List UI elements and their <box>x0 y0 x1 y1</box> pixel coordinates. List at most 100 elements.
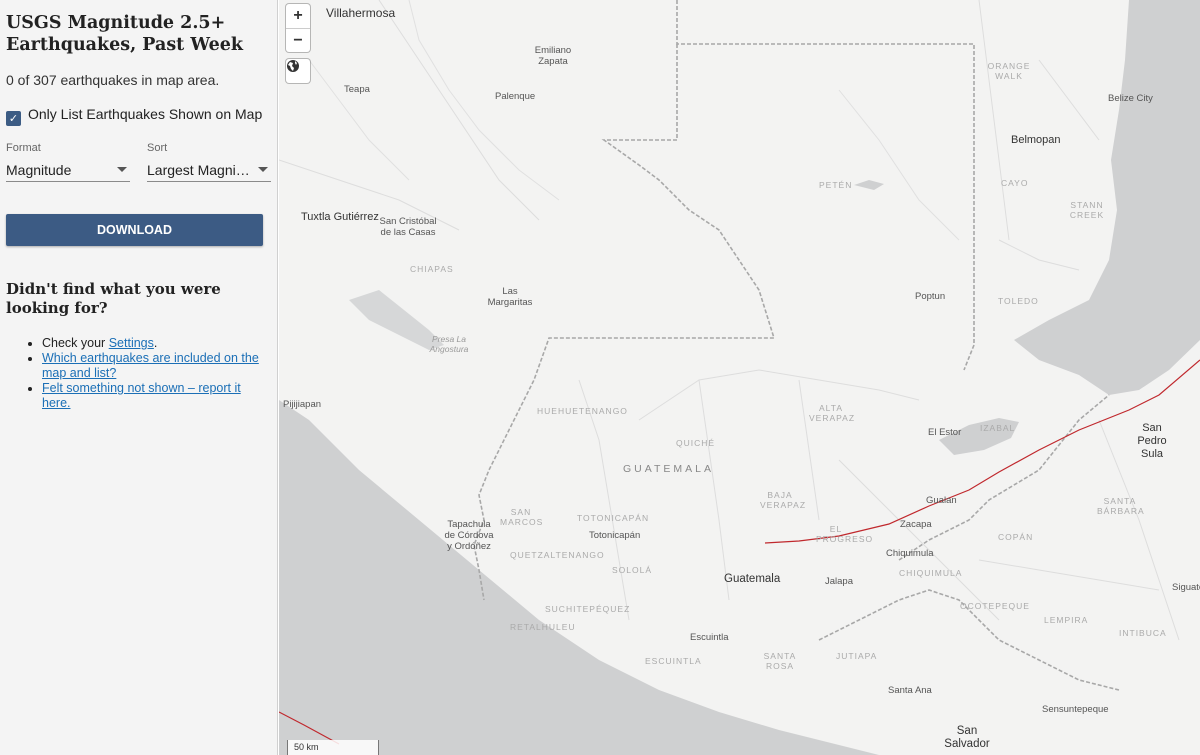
help-item-felt: Felt something not shown – report it her… <box>42 381 271 411</box>
map-label-santa-barbara: SANTA BÁRBARA <box>1097 496 1145 516</box>
map-label-san-salvador: San Salvador <box>944 725 990 750</box>
help-list: Check your Settings. Which earthquakes a… <box>6 336 271 411</box>
map-label-santa-rosa: SANTA ROSA <box>763 651 797 671</box>
format-caption: Format <box>6 142 41 154</box>
help-heading: Didn't find what you were looking for? <box>6 280 221 317</box>
download-button[interactable]: DOWNLOAD <box>6 214 263 246</box>
map-label-solola: SOLOLÁ <box>612 565 653 575</box>
format-select[interactable]: Format Magnitude <box>6 142 130 182</box>
map-label-pijijiapan: Pijijiapan <box>283 399 322 410</box>
map-label-escuintla-city: Escuintla <box>690 632 729 643</box>
map-label-guatemala-country: GUATEMALA <box>623 463 714 475</box>
map-label-palenque: Palenque <box>495 91 536 102</box>
map-label-presa: Presa La Angostura <box>429 334 469 354</box>
page-title: USGS Magnitude 2.5+ Earthquakes, Past We… <box>6 13 243 55</box>
map-label-alta-verapaz: ALTA VERAPAZ <box>809 403 856 423</box>
map-label-san-cristobal: San Cristóbal de las Casas <box>379 216 437 238</box>
felt-report-link[interactable]: Felt something not shown – report it her… <box>42 381 241 410</box>
map-view[interactable]: Villahermosa Emiliano Zapata Teapa Palen… <box>279 0 1200 755</box>
map-label-chiapas: CHIAPAS <box>410 264 454 274</box>
sort-select[interactable]: Sort Largest Magnitude <box>147 142 271 182</box>
region-border <box>998 239 1080 271</box>
map-label-totonicapan-region: TOTONICAPÁN <box>577 513 650 523</box>
globe-icon <box>287 60 299 72</box>
map-label-chiquimula-region: CHIQUIMULA <box>899 568 963 578</box>
map-label-suchitepequez: SUCHITEPÉQUEZ <box>545 604 631 614</box>
map-label-escuintla-region: ESCUINTLA <box>645 656 702 666</box>
zoom-out-button[interactable]: − <box>286 28 310 52</box>
map-label-zacapa: Zacapa <box>900 519 932 530</box>
map-label-retalhuleu: RETALHULEU <box>510 622 576 632</box>
map-label-poptun: Poptun <box>915 291 946 302</box>
map-label-el-estor: El Estor <box>928 427 962 438</box>
earthquake-count: 0 of 307 earthquakes in map area. <box>6 72 220 88</box>
map-label-lempira: LEMPIRA <box>1044 615 1089 625</box>
river <box>308 59 410 181</box>
map-label-quetzaltenango: QUETZALTENANGO <box>510 550 605 560</box>
region-border <box>698 379 730 601</box>
map-label-las-margaritas: Las Margaritas <box>487 286 533 308</box>
zoom-in-button[interactable]: + <box>286 4 310 28</box>
region-border <box>978 0 1010 241</box>
sort-value: Largest Magnitude <box>147 161 251 178</box>
map-label-cayo: CAYO <box>1001 178 1029 188</box>
help-item-which: Which earthquakes are included on the ma… <box>42 351 271 381</box>
which-earthquakes-link[interactable]: Which earthquakes are included on the ma… <box>42 351 259 380</box>
region-border <box>978 559 1160 591</box>
globe-button[interactable] <box>286 59 310 83</box>
border-belize-west <box>963 344 975 371</box>
region-border <box>798 379 820 521</box>
map-label-intibuca: INTIBUCA <box>1119 628 1167 638</box>
pacific-ocean <box>279 400 879 755</box>
map-label-huehuetenango: HUEHUETENANGO <box>537 406 628 416</box>
chevron-down-icon <box>117 167 127 172</box>
help-item-settings: Check your Settings. <box>42 336 271 351</box>
zoom-control: + − <box>286 4 310 52</box>
map-label-san-marcos: SAN MARCOS <box>500 507 544 527</box>
sort-dropdown[interactable]: Largest Magnitude <box>147 158 271 182</box>
region-border <box>378 0 540 221</box>
map-label-stann-creek: STANN CREEK <box>1069 200 1105 220</box>
map-label-gualan: Gualan <box>926 495 957 506</box>
map-label-copan: COPÁN <box>998 532 1034 542</box>
map-label-belize-city: Belize City <box>1108 93 1153 104</box>
lake-peten <box>854 180 884 190</box>
map-label-quiche: QUICHÉ <box>676 438 716 448</box>
help-check-suffix: . <box>153 336 158 350</box>
format-value: Magnitude <box>6 161 72 178</box>
map-label-jutiapa: JUTIAPA <box>836 651 878 661</box>
map-label-izabal: IZABAL <box>980 423 1016 433</box>
chevron-down-icon <box>258 167 268 172</box>
map-label-santa-ana: Santa Ana <box>888 685 932 696</box>
map-label-chiquimula-city: Chiquimula <box>886 548 934 559</box>
map-label-teapa: Teapa <box>344 84 370 95</box>
map-label-el-progreso: EL PROGRESO <box>816 524 874 544</box>
checkbox-checked-icon[interactable]: ✓ <box>6 111 21 126</box>
help-check-prefix: Check your <box>42 336 109 350</box>
map-label-siguatepeque: Siguatepe <box>1172 582 1200 593</box>
region-border <box>1038 59 1100 141</box>
sort-caption: Sort <box>147 142 168 154</box>
map-label-orange-walk: ORANGE WALK <box>987 61 1031 81</box>
river <box>408 0 560 201</box>
map-label-guatemala-city: Guatemala <box>724 573 781 585</box>
map-label-totonicapan-city: Totonicapán <box>589 530 641 541</box>
scale-bar: 50 km <box>287 740 379 755</box>
format-dropdown[interactable]: Magnitude <box>6 158 130 182</box>
map-label-villahermosa: Villahermosa <box>326 6 396 20</box>
map-label-belmopan: Belmopan <box>1011 134 1061 146</box>
map-label-sensuntepeque: Sensuntepeque <box>1042 704 1109 715</box>
map-filter-checkbox-row[interactable]: ✓ Only List Earthquakes Shown on Map <box>6 104 271 126</box>
list-options: Format Magnitude Sort Largest Magnitude <box>6 142 271 182</box>
map-label-jalapa: Jalapa <box>825 576 853 587</box>
map-label-tuxtla: Tuxtla Gutiérrez <box>301 211 379 224</box>
map-filter-checkbox-label[interactable]: Only List Earthquakes Shown on Map <box>28 104 262 125</box>
sidebar: USGS Magnitude 2.5+ Earthquakes, Past We… <box>0 0 278 755</box>
region-border <box>638 369 920 421</box>
settings-link[interactable]: Settings <box>109 336 154 350</box>
map-label-tapachula: Tapachula de Córdova y Ordóñez <box>444 519 494 552</box>
basemap <box>279 0 1200 755</box>
river <box>838 89 960 241</box>
map-label-toledo: TOLEDO <box>998 296 1039 306</box>
map-label-emiliano: Emiliano Zapata <box>534 45 572 67</box>
